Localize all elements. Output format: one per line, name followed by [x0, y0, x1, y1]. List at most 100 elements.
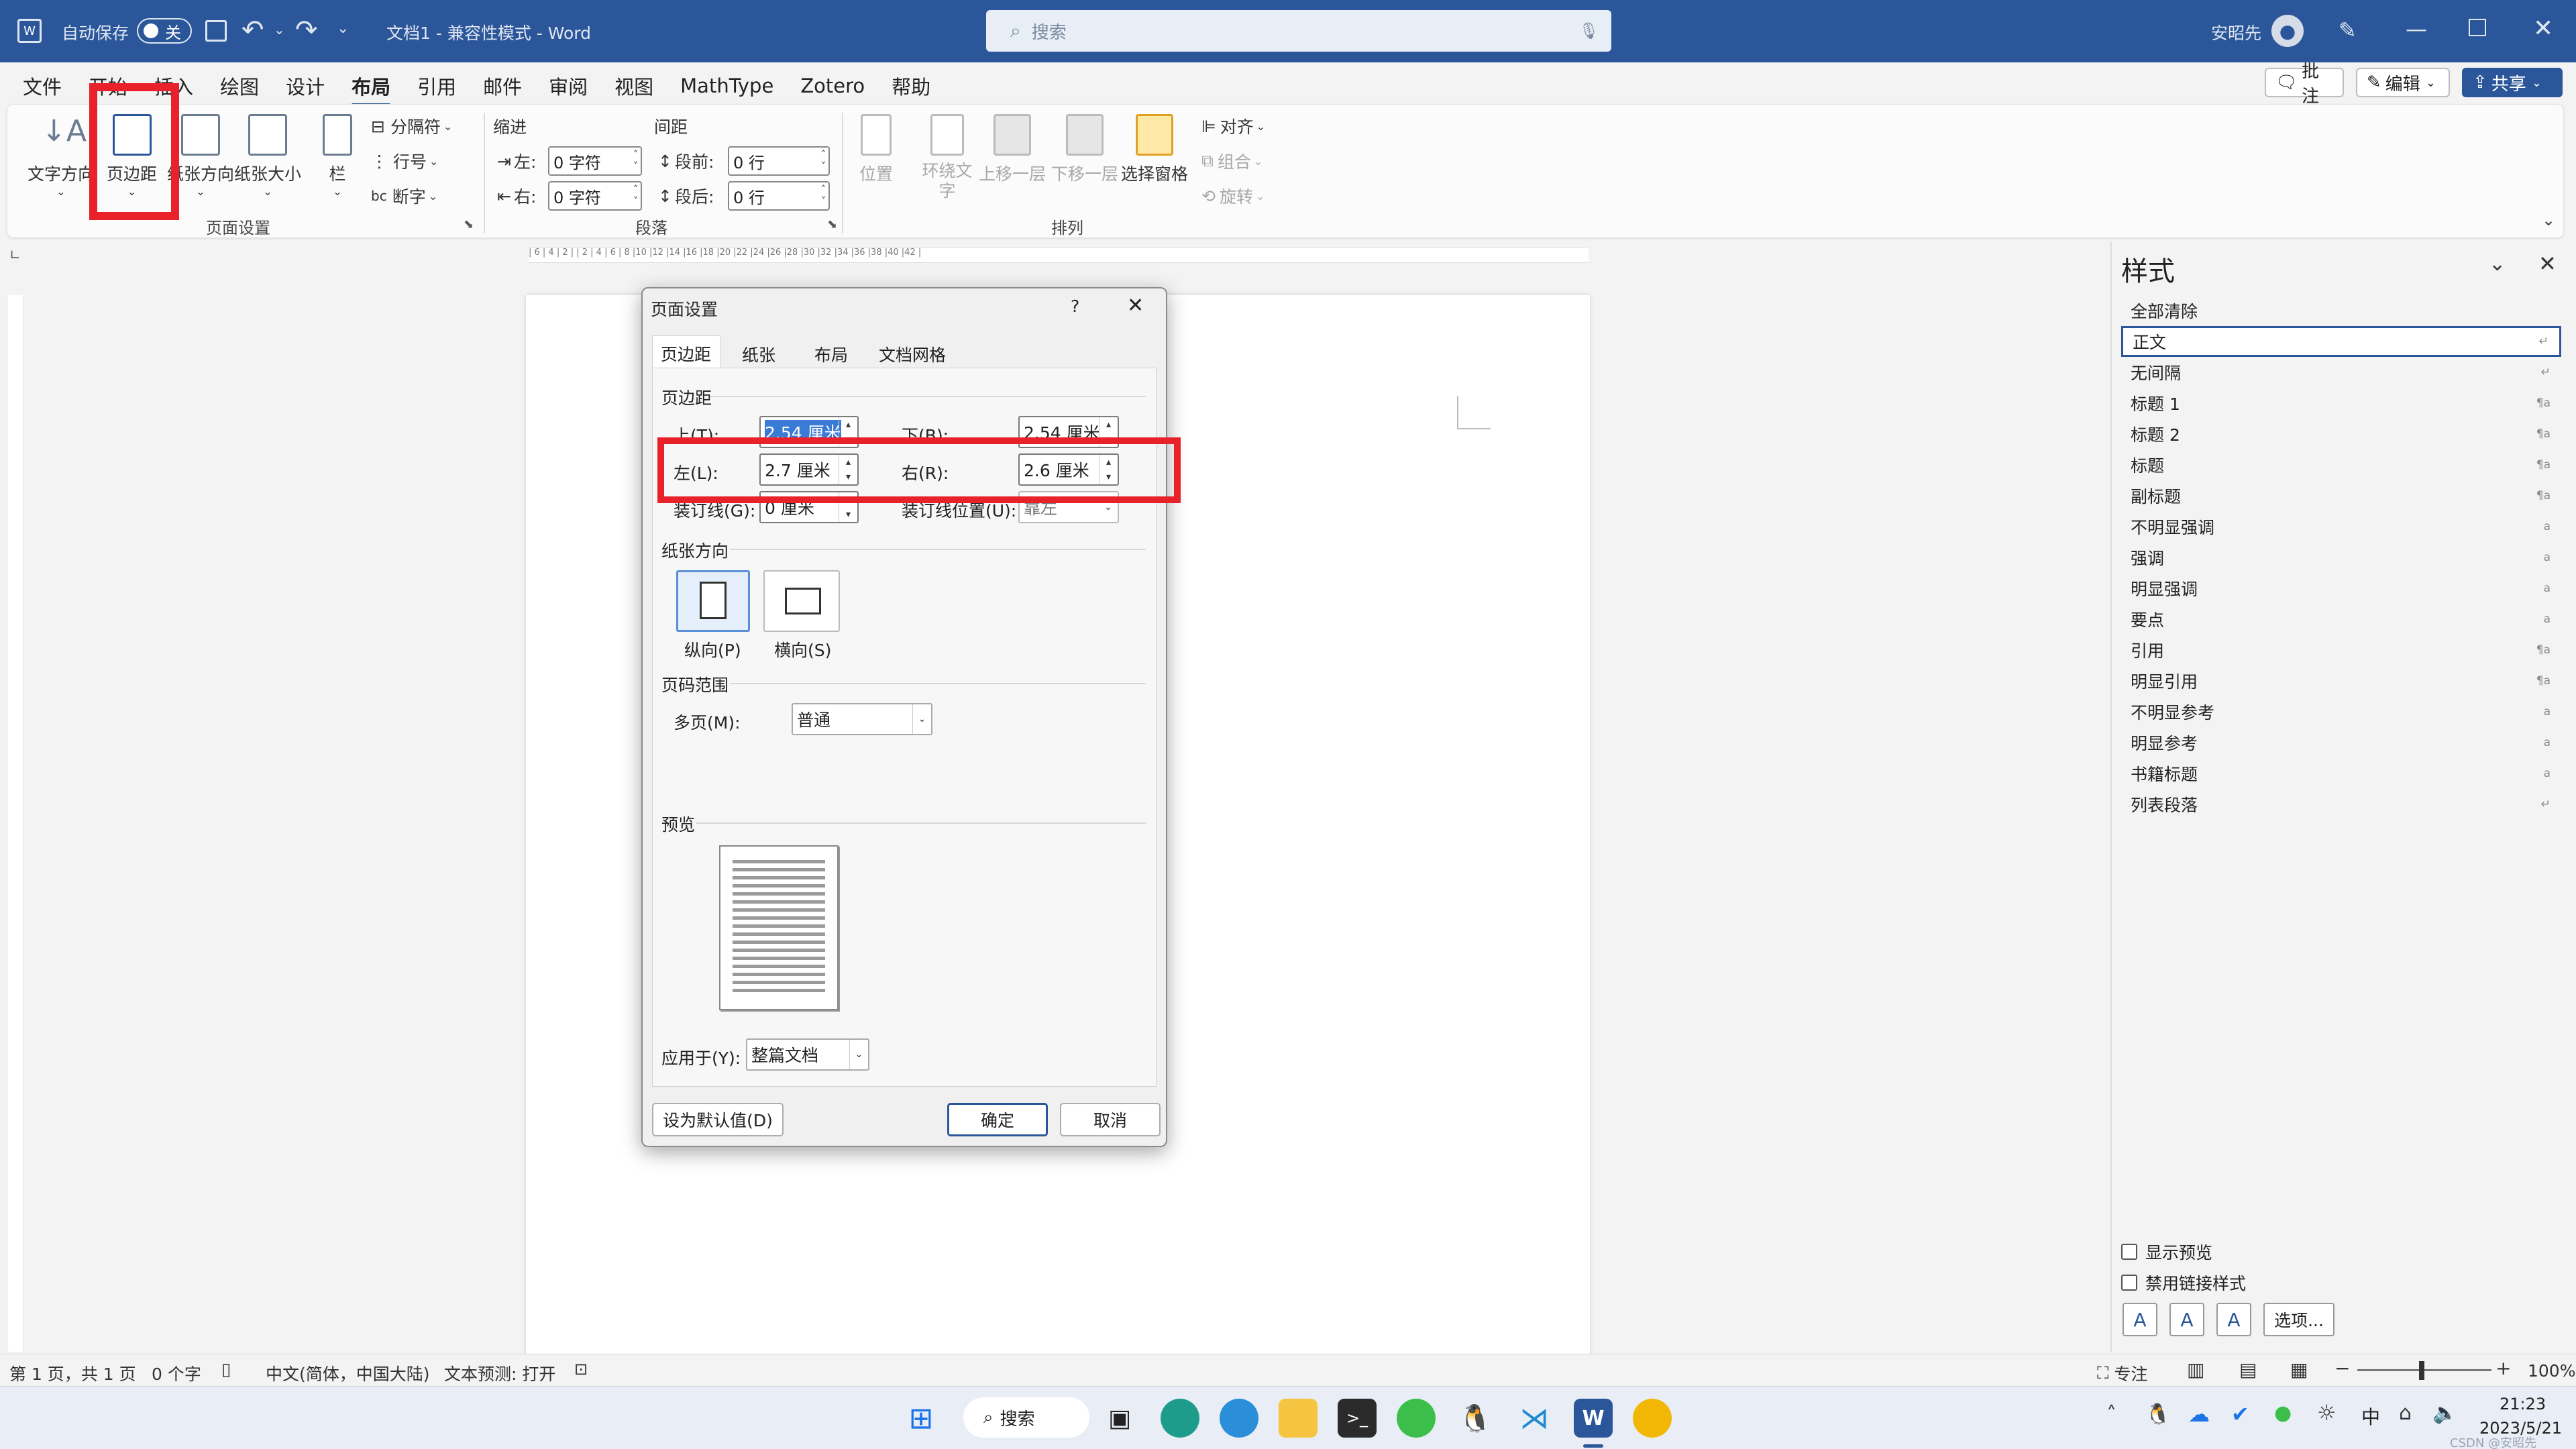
group-objects-button[interactable]: ⧉ 组合 ⌄ [1201, 149, 1263, 173]
wrap-text-button[interactable]: 环绕文字 [917, 114, 977, 201]
tab-design[interactable]: 设计 [286, 72, 325, 100]
user-name[interactable]: 安昭先 [2211, 20, 2261, 44]
style-item-subtle-reference[interactable]: 不明显参考 a [2121, 696, 2561, 727]
proofing-icon[interactable]: ▯ [221, 1360, 231, 1380]
spinner-arrows-icon[interactable]: ˄ ˅ [821, 184, 826, 207]
tab-mathtype[interactable]: MathType [680, 74, 773, 97]
edit-mode-button[interactable]: ✎ 编辑 ⌄ [2356, 68, 2450, 97]
indent-left-input[interactable]: 0 字符 ˄ ˅ [548, 146, 642, 176]
size-button[interactable]: 纸张大小 ⌄ [234, 114, 301, 198]
zoom-slider[interactable] [2357, 1369, 2491, 1371]
tab-zotero[interactable]: Zotero [800, 74, 865, 97]
spinner-arrows-icon[interactable]: ˄ ˅ [633, 150, 638, 172]
options-button[interactable]: 选项... [2263, 1303, 2334, 1336]
space-after-input[interactable]: 0 行 ˄ ˅ [728, 181, 830, 211]
style-item-book-title[interactable]: 书籍标题 a [2121, 758, 2561, 789]
style-item-quote[interactable]: 引用 ¶a [2121, 635, 2561, 665]
checkmark-app-icon[interactable]: ✔ [2231, 1401, 2249, 1427]
position-button[interactable]: 位置 [859, 114, 893, 185]
word-app-icon[interactable]: W [17, 19, 42, 43]
onedrive-icon[interactable]: ☁ [2188, 1401, 2210, 1427]
zoom-out-icon[interactable]: − [2334, 1357, 2350, 1379]
zoom-level[interactable]: 100% [2528, 1361, 2575, 1381]
dialog-launcher-icon[interactable]: ⬊ [464, 217, 474, 231]
new-style-icon[interactable]: A [2123, 1303, 2157, 1336]
style-item-clear-all[interactable]: 全部清除 [2121, 295, 2561, 326]
style-item-heading-2[interactable]: 标题 2 ¶a [2121, 419, 2561, 449]
network-icon[interactable]: ⌂ [2399, 1401, 2412, 1425]
disable-linked-styles-checkbox[interactable]: 禁用链接样式 [2121, 1271, 2246, 1295]
tab-help[interactable]: 帮助 [892, 72, 930, 100]
ok-button[interactable]: 确定 [947, 1103, 1048, 1136]
align-button[interactable]: ⊫ 对齐 ⌄ [1201, 114, 1265, 138]
edge-icon[interactable] [1220, 1399, 1258, 1438]
qq-icon[interactable]: 🐧 [1456, 1399, 1495, 1438]
pane-options-chevron-icon[interactable]: ⌄ [2489, 252, 2506, 276]
wechat-tray-icon[interactable]: ● [2274, 1401, 2292, 1425]
avatar[interactable]: ● [2271, 15, 2304, 47]
rotate-button[interactable]: ⟲ 旋转 ⌄ [1201, 184, 1265, 208]
pen-icon[interactable]: ✎ [2339, 17, 2357, 43]
close-pane-icon[interactable]: ✕ [2538, 251, 2557, 276]
redo-icon[interactable]: ↷ [295, 15, 318, 46]
manage-styles-icon[interactable]: A [2216, 1303, 2251, 1336]
vscode-icon[interactable]: ⋊ [1515, 1399, 1554, 1438]
checkbox-box[interactable] [2121, 1275, 2137, 1291]
text-prediction[interactable]: 文本预测: 打开 [444, 1361, 555, 1385]
cancel-button[interactable]: 取消 [1060, 1103, 1161, 1136]
microphone-icon[interactable]: 🎙 [1579, 21, 1599, 40]
breaks-button[interactable]: ⊟ 分隔符 ⌄ [371, 114, 452, 138]
chrome-canary-icon[interactable] [1633, 1399, 1672, 1438]
multiple-pages-select[interactable]: 普通 ⌄ [792, 703, 932, 735]
style-item-emphasis[interactable]: 强调 a [2121, 542, 2561, 573]
collapse-ribbon-icon[interactable]: ⌄ [2542, 211, 2555, 229]
customize-qat-icon[interactable]: ⌄ [337, 20, 349, 37]
style-item-no-spacing[interactable]: 无间隔 ↵ [2121, 357, 2561, 388]
horizontal-ruler[interactable]: | 6 | 4 | 2 | | 2 | 4 | 6 | 8 |10 |12 |1… [529, 247, 1589, 263]
tab-margins[interactable]: 页边距 [652, 335, 720, 368]
tab-file[interactable]: 文件 [23, 72, 62, 100]
show-hidden-icons[interactable]: ˄ [2106, 1403, 2116, 1426]
apply-to-select[interactable]: 整篇文档 ⌄ [746, 1038, 869, 1071]
dialog-close-icon[interactable]: ✕ [1127, 294, 1144, 317]
undo-dropdown-icon[interactable]: ⌄ [274, 21, 285, 38]
page-info[interactable]: 第 1 页，共 1 页 [9, 1361, 136, 1385]
tab-mailings[interactable]: 邮件 [483, 72, 522, 100]
task-view-icon[interactable]: ▣ [1100, 1399, 1139, 1438]
tab-view[interactable]: 视图 [614, 72, 653, 100]
tab-layout[interactable]: 布局 [352, 72, 391, 107]
style-item-title[interactable]: 标题 ¶a [2121, 449, 2561, 480]
text-direction-button[interactable]: ↓A 文字方向 ⌄ [28, 114, 95, 198]
restore-icon[interactable] [2469, 19, 2486, 36]
send-backward-button[interactable]: 下移一层 [1051, 114, 1118, 185]
language[interactable]: 中文(简体，中国大陆) [266, 1361, 430, 1385]
focus-button[interactable]: ⛶ 专注 [2097, 1361, 2148, 1385]
tab-references[interactable]: 引用 [417, 72, 456, 100]
word-count[interactable]: 0 个字 [152, 1361, 201, 1385]
tab-draw[interactable]: 绘图 [220, 72, 259, 100]
style-item-normal[interactable]: 正文 ↵ [2121, 326, 2561, 357]
qq-tray-icon[interactable]: 🐧 [2145, 1403, 2170, 1426]
tab-paper[interactable]: 纸张 [742, 342, 775, 366]
close-icon[interactable]: ✕ [2533, 15, 2553, 42]
ime-indicator[interactable]: 中 [2361, 1403, 2380, 1430]
line-numbers-button[interactable]: ⋮ 行号 ⌄ [371, 149, 438, 173]
save-icon[interactable] [205, 20, 227, 42]
wechat-icon[interactable] [1397, 1399, 1436, 1438]
share-button[interactable]: ⇪ 共享 ⌄ [2462, 68, 2563, 97]
style-inspector-icon[interactable]: A [2169, 1303, 2204, 1336]
volume-icon[interactable]: 🔈 [2432, 1401, 2457, 1425]
undo-icon[interactable]: ↶ [241, 15, 264, 46]
start-icon[interactable]: ⊞ [902, 1399, 941, 1438]
space-before-input[interactable]: 0 行 ˄ ˅ [728, 146, 830, 176]
brightness-icon[interactable]: ☼ [2317, 1400, 2337, 1426]
zoom-slider-thumb[interactable] [2419, 1361, 2424, 1380]
indent-right-input[interactable]: 0 字符 ˄ ˅ [548, 181, 642, 211]
autosave-toggle[interactable]: 关 [137, 18, 192, 44]
dialog-launcher-icon[interactable]: ⬊ [827, 217, 837, 231]
hyphenation-button[interactable]: bc 断字 ⌄ [371, 184, 437, 208]
file-explorer-icon[interactable] [1279, 1399, 1318, 1438]
landscape-option[interactable] [763, 570, 840, 632]
style-item-list-paragraph[interactable]: 列表段落 ↵ [2121, 789, 2561, 820]
portrait-option[interactable] [676, 570, 750, 632]
